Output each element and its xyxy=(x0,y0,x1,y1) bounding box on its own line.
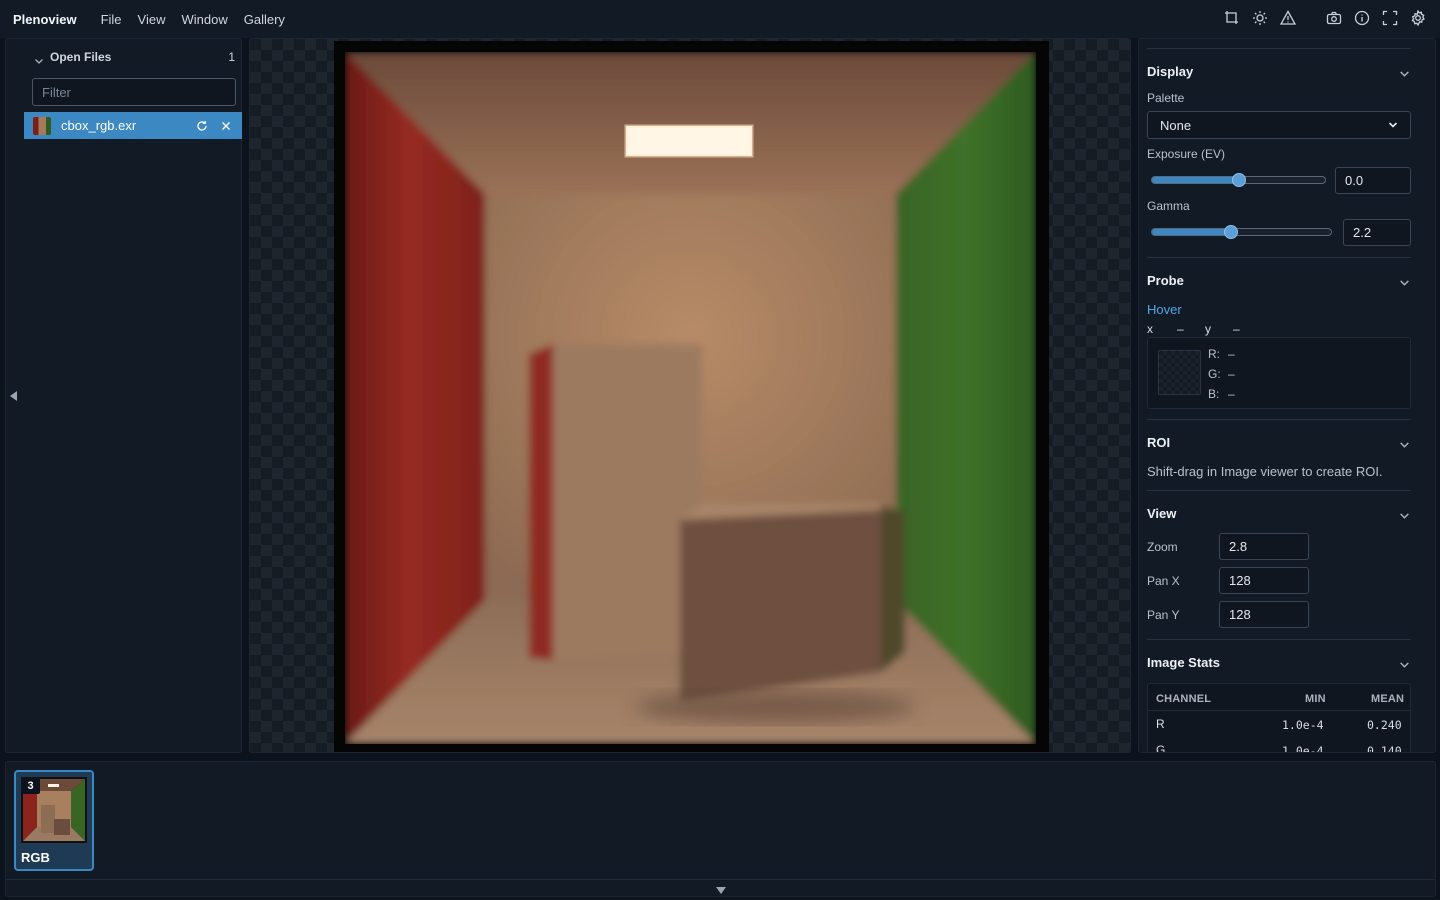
zoom-label: Zoom xyxy=(1147,540,1178,554)
fullscreen-icon[interactable] xyxy=(1382,10,1398,26)
probe-x-label: x xyxy=(1147,322,1153,336)
chevron-down-icon[interactable] xyxy=(1399,438,1410,453)
stats-column-mean: MEAN xyxy=(1371,693,1405,705)
open-files-panel: Open Files 1 cbox_rgb.exr xyxy=(5,38,242,753)
camera-icon[interactable] xyxy=(1326,10,1342,26)
gamma-label: Gamma xyxy=(1147,199,1190,213)
probe-g-value: – xyxy=(1228,367,1235,381)
app-name: Plenoview xyxy=(13,11,77,27)
stats-row-g-min: 1.0e-4 xyxy=(1282,744,1324,753)
stats-column-min: MIN xyxy=(1305,693,1326,705)
channel-strip: 3 RGB xyxy=(5,761,1436,897)
pan-y-input[interactable]: 128 xyxy=(1219,601,1309,628)
gamma-input[interactable]: 2.2 xyxy=(1343,219,1411,246)
chevron-down-icon[interactable] xyxy=(1399,658,1410,673)
probe-y-label: y xyxy=(1205,322,1211,336)
pan-x-label: Pan X xyxy=(1147,574,1180,588)
divider xyxy=(1147,419,1411,420)
divider xyxy=(6,879,1435,880)
probe-b-value: – xyxy=(1228,387,1235,401)
channel-count-badge: 3 xyxy=(21,777,40,794)
stats-row-r-mean: 0.240 xyxy=(1367,718,1402,732)
stats-row-r-channel: R xyxy=(1156,717,1165,731)
probe-y-value: – xyxy=(1233,322,1240,336)
crop-icon[interactable] xyxy=(1224,10,1240,26)
channel-label: RGB xyxy=(21,850,50,865)
image-stats-table: CHANNEL MIN MEAN R 1.0e-4 0.240 G 1.0e-4… xyxy=(1147,683,1411,753)
divider xyxy=(1147,639,1411,640)
zoom-input[interactable]: 2.8 xyxy=(1219,533,1309,560)
info-icon[interactable] xyxy=(1354,10,1370,26)
chevron-down-icon[interactable] xyxy=(1399,276,1410,291)
menu-window[interactable]: Window xyxy=(181,12,227,27)
probe-section-title[interactable]: Probe xyxy=(1147,273,1184,288)
stats-row-g-channel: G xyxy=(1156,743,1166,753)
image-viewer[interactable] xyxy=(249,38,1131,753)
divider xyxy=(1147,490,1411,491)
filter-input[interactable] xyxy=(32,78,236,106)
probe-b-label: B: xyxy=(1208,387,1220,401)
stats-row-g-mean: 0.140 xyxy=(1367,744,1402,753)
probe-color-swatch xyxy=(1158,350,1201,395)
probe-readout: R: – G: – B: – xyxy=(1147,337,1411,409)
probe-r-label: R: xyxy=(1208,347,1220,361)
open-files-count: 1 xyxy=(228,50,235,64)
palette-label: Palette xyxy=(1147,91,1185,105)
gamma-slider-thumb[interactable] xyxy=(1223,225,1238,239)
chevron-down-icon xyxy=(1388,122,1398,128)
probe-x-value: – xyxy=(1177,322,1184,336)
chevron-down-icon[interactable] xyxy=(34,54,44,69)
pan-x-input[interactable]: 128 xyxy=(1219,567,1309,594)
menu-file[interactable]: File xyxy=(101,12,122,27)
file-thumbnail xyxy=(33,116,51,135)
image-frame xyxy=(334,41,1049,752)
probe-g-label: G: xyxy=(1208,367,1221,381)
roi-section-title[interactable]: ROI xyxy=(1147,435,1170,450)
menu-view[interactable]: View xyxy=(138,12,166,27)
brightness-icon[interactable] xyxy=(1252,10,1268,26)
file-name: cbox_rgb.exr xyxy=(61,118,137,133)
rendered-image[interactable] xyxy=(345,52,1036,744)
warning-icon[interactable] xyxy=(1280,10,1296,26)
probe-r-value: – xyxy=(1228,347,1235,361)
file-list-item[interactable]: cbox_rgb.exr xyxy=(24,112,242,139)
table-divider xyxy=(1148,710,1410,711)
reload-icon[interactable] xyxy=(194,118,210,134)
exposure-slider-fill xyxy=(1152,177,1239,183)
probe-mode[interactable]: Hover xyxy=(1147,302,1182,317)
palette-select[interactable]: None xyxy=(1147,111,1411,139)
gamma-slider-track[interactable] xyxy=(1151,228,1332,236)
roi-hint: Shift-drag in Image viewer to create ROI… xyxy=(1147,464,1383,479)
settings-icon[interactable] xyxy=(1410,10,1426,26)
stats-row-r-min: 1.0e-4 xyxy=(1282,718,1324,732)
open-files-header[interactable]: Open Files xyxy=(50,50,111,64)
exposure-label: Exposure (EV) xyxy=(1147,147,1226,161)
pan-y-label: Pan Y xyxy=(1147,608,1180,622)
channel-card-rgb[interactable]: 3 RGB xyxy=(14,770,94,871)
palette-value: None xyxy=(1160,117,1192,133)
chevron-down-icon[interactable] xyxy=(1399,67,1410,82)
gamma-slider-fill xyxy=(1152,229,1231,235)
image-stats-section-title[interactable]: Image Stats xyxy=(1147,655,1220,670)
toolbar-icons xyxy=(1224,10,1426,26)
collapse-left-panel-icon[interactable] xyxy=(9,390,18,405)
close-icon[interactable] xyxy=(218,118,234,134)
display-section-title[interactable]: Display xyxy=(1147,64,1193,79)
chevron-down-icon[interactable] xyxy=(1399,509,1410,524)
inspector-panel: Display Palette None Exposure (EV) 0.0 G… xyxy=(1138,38,1436,753)
divider xyxy=(1147,48,1411,49)
collapse-bottom-panel-icon[interactable] xyxy=(715,883,727,898)
exposure-input[interactable]: 0.0 xyxy=(1335,167,1411,194)
menu-bar: Plenoview File View Window Gallery xyxy=(0,0,1440,38)
toolbar-spacer xyxy=(1308,10,1314,26)
divider xyxy=(1147,257,1411,258)
stats-column-channel: CHANNEL xyxy=(1156,693,1212,705)
view-section-title[interactable]: View xyxy=(1147,506,1176,521)
menu-gallery[interactable]: Gallery xyxy=(244,12,285,27)
exposure-slider-thumb[interactable] xyxy=(1231,173,1246,187)
